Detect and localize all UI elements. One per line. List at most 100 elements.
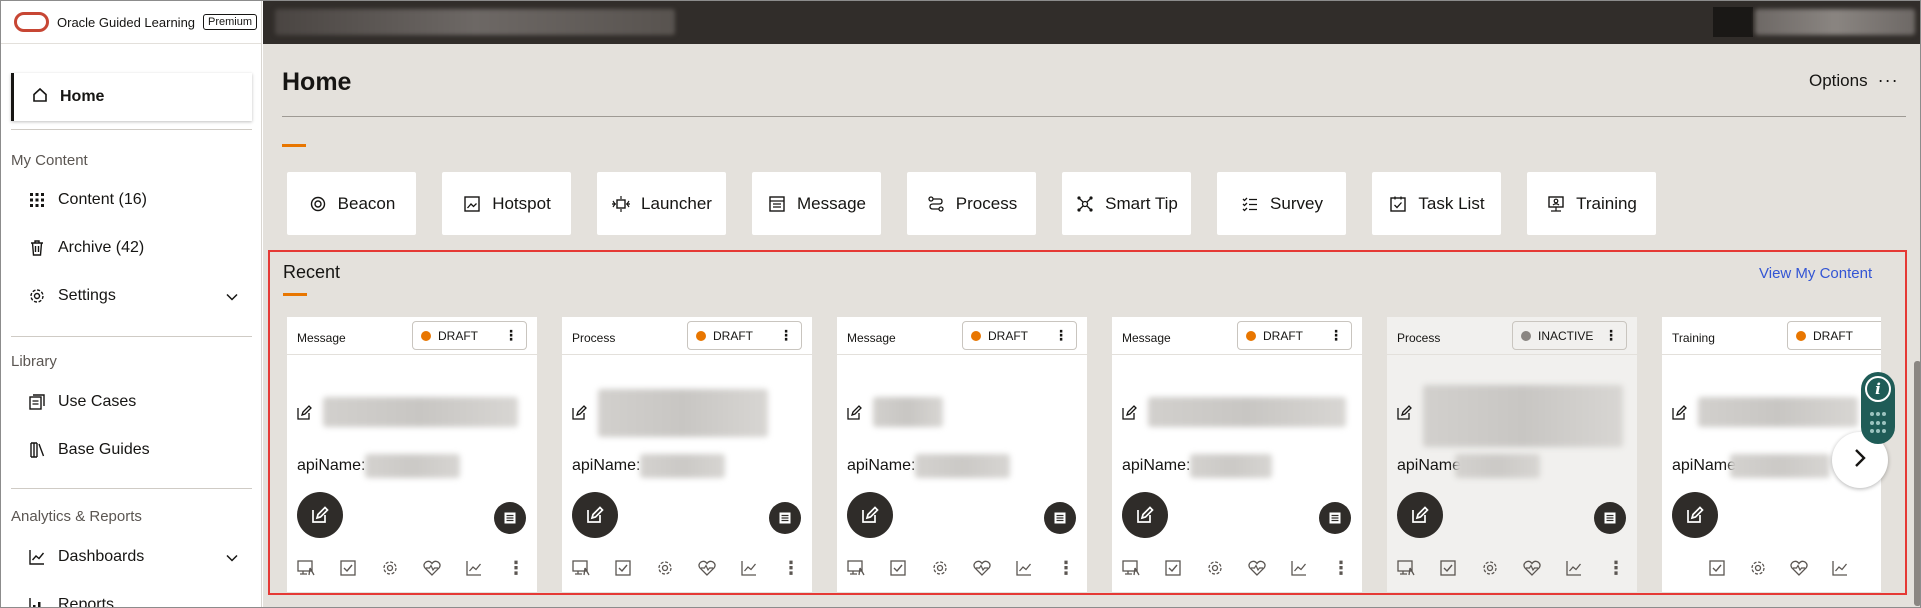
options-button[interactable]: Options ···: [1809, 70, 1899, 91]
content-card[interactable]: Message DRAFT ⋮ apiName: ⋮: [1112, 317, 1362, 592]
open-editor-button[interactable]: [572, 492, 618, 538]
create-survey-button[interactable]: Survey: [1217, 172, 1346, 235]
create-training-button[interactable]: Training: [1527, 172, 1656, 235]
document-button[interactable]: [494, 502, 526, 534]
health-icon[interactable]: [1521, 557, 1543, 579]
kebab-icon[interactable]: ⋮: [1329, 327, 1343, 344]
document-button[interactable]: [1044, 502, 1076, 534]
chevron-down-icon[interactable]: [226, 288, 238, 306]
health-icon[interactable]: [696, 557, 718, 579]
sidebar-item-use-cases[interactable]: Use Cases: [28, 388, 238, 416]
view-my-content-link[interactable]: View My Content: [1759, 265, 1872, 282]
publish-check-icon[interactable]: [337, 557, 359, 579]
info-icon[interactable]: i: [1865, 376, 1891, 402]
edit-name-icon[interactable]: [1122, 405, 1137, 425]
open-editor-button[interactable]: [1672, 492, 1718, 538]
open-editor-button[interactable]: [847, 492, 893, 538]
preview-icon[interactable]: [845, 557, 867, 579]
analytics-icon[interactable]: [463, 557, 485, 579]
preview-icon[interactable]: [570, 557, 592, 579]
document-button[interactable]: [769, 502, 801, 534]
open-editor-button[interactable]: [297, 492, 343, 538]
publish-check-icon[interactable]: [1706, 557, 1728, 579]
analytics-icon[interactable]: [1563, 557, 1585, 579]
redacted-avatar[interactable]: [1713, 7, 1753, 37]
chevron-down-icon[interactable]: [226, 549, 238, 567]
more-options-icon[interactable]: ⋮: [505, 557, 527, 579]
sidebar-item-content[interactable]: Content (16): [28, 186, 238, 214]
create-hotspot-button[interactable]: Hotspot: [442, 172, 571, 235]
type-label: Beacon: [337, 193, 396, 213]
kebab-icon[interactable]: ⋮: [1879, 327, 1881, 344]
launcher-icon: [611, 194, 631, 214]
create-process-button[interactable]: Process: [907, 172, 1036, 235]
analytics-icon[interactable]: [1829, 557, 1851, 579]
card-type: Message: [297, 331, 346, 345]
sidebar-item-home[interactable]: Home: [11, 73, 252, 121]
gear-icon[interactable]: [654, 557, 676, 579]
analytics-icon[interactable]: [1288, 557, 1310, 579]
status-dropdown[interactable]: DRAFT ⋮: [962, 321, 1077, 350]
preview-icon[interactable]: [1395, 557, 1417, 579]
content-card[interactable]: Message DRAFT ⋮ apiName: ⋮: [287, 317, 537, 592]
open-editor-button[interactable]: [1397, 492, 1443, 538]
create-smart-tip-button[interactable]: Smart Tip: [1062, 172, 1191, 235]
analytics-icon[interactable]: [1013, 557, 1035, 579]
kebab-icon[interactable]: ⋮: [504, 327, 518, 344]
status-dropdown[interactable]: DRAFT ⋮: [1237, 321, 1352, 350]
card-type: Message: [847, 331, 896, 345]
sidebar-item-dashboards[interactable]: Dashboards: [28, 543, 238, 571]
gear-icon[interactable]: [1747, 557, 1769, 579]
analytics-icon[interactable]: [738, 557, 760, 579]
gear-icon[interactable]: [929, 557, 951, 579]
kebab-icon[interactable]: ⋮: [1054, 327, 1068, 344]
drag-handle-icon[interactable]: [1870, 412, 1886, 436]
edit-name-icon[interactable]: [572, 405, 587, 425]
create-beacon-button[interactable]: Beacon: [287, 172, 416, 235]
create-message-button[interactable]: Message: [752, 172, 881, 235]
more-options-icon[interactable]: ⋮: [1330, 557, 1352, 579]
guided-learning-help-widget[interactable]: i: [1861, 372, 1895, 444]
status-dropdown[interactable]: DRAFT ⋮: [412, 321, 527, 350]
sidebar-item-settings[interactable]: Settings: [28, 282, 238, 310]
create-launcher-button[interactable]: Launcher: [597, 172, 726, 235]
status-dot-icon: [1246, 330, 1256, 341]
kebab-icon[interactable]: ⋮: [1604, 327, 1618, 344]
status-dropdown[interactable]: INACTIVE ⋮: [1512, 321, 1627, 350]
health-icon[interactable]: [971, 557, 993, 579]
gear-icon[interactable]: [379, 557, 401, 579]
publish-check-icon[interactable]: [887, 557, 909, 579]
health-icon[interactable]: [1788, 557, 1810, 579]
status-dropdown[interactable]: DRAFT ⋮: [1787, 321, 1881, 350]
edit-name-icon[interactable]: [1397, 405, 1412, 425]
more-options-icon[interactable]: ⋮: [1605, 557, 1627, 579]
publish-check-icon[interactable]: [1162, 557, 1184, 579]
publish-check-icon[interactable]: [1437, 557, 1459, 579]
open-editor-button[interactable]: [1122, 492, 1168, 538]
document-button[interactable]: [1594, 502, 1626, 534]
kebab-icon[interactable]: ⋮: [779, 327, 793, 344]
sidebar-item-base-guides[interactable]: Base Guides: [28, 436, 238, 464]
content-card[interactable]: Process DRAFT ⋮ apiName: ⋮: [562, 317, 812, 592]
edit-name-icon[interactable]: [297, 405, 312, 425]
scrollbar-thumb[interactable]: [1914, 361, 1920, 606]
status-dot-icon: [421, 330, 431, 341]
preview-icon[interactable]: [295, 557, 317, 579]
preview-icon[interactable]: [1120, 557, 1142, 579]
health-icon[interactable]: [1246, 557, 1268, 579]
health-icon[interactable]: [421, 557, 443, 579]
more-options-icon[interactable]: ⋮: [1055, 557, 1077, 579]
sidebar-item-archive[interactable]: Archive (42): [28, 234, 238, 262]
gear-icon[interactable]: [1479, 557, 1501, 579]
publish-check-icon[interactable]: [612, 557, 634, 579]
sidebar-item-reports[interactable]: Reports: [28, 591, 238, 607]
status-dropdown[interactable]: DRAFT ⋮: [687, 321, 802, 350]
edit-name-icon[interactable]: [847, 405, 862, 425]
edit-name-icon[interactable]: [1672, 405, 1687, 425]
content-card[interactable]: Process INACTIVE ⋮ apiName ⋮: [1387, 317, 1637, 592]
content-card[interactable]: Message DRAFT ⋮ apiName: ⋮: [837, 317, 1087, 592]
more-options-icon[interactable]: ⋮: [780, 557, 802, 579]
create-task-list-button[interactable]: Task List: [1372, 172, 1501, 235]
document-button[interactable]: [1319, 502, 1351, 534]
gear-icon[interactable]: [1204, 557, 1226, 579]
